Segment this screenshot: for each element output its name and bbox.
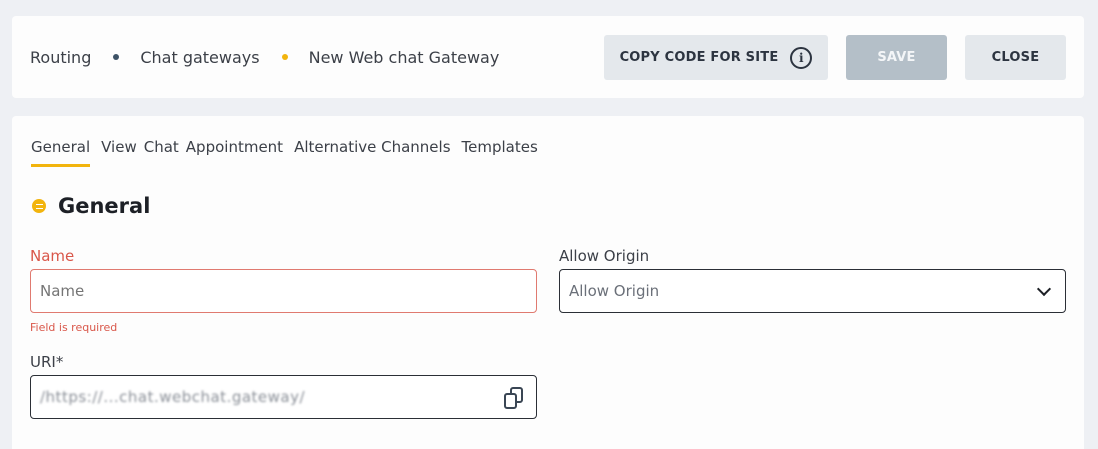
tab-general[interactable]: General bbox=[31, 138, 91, 167]
breadcrumb-separator-dot bbox=[281, 54, 288, 60]
info-icon[interactable]: i bbox=[790, 46, 813, 69]
allow-origin-select[interactable]: Allow Origin bbox=[559, 269, 1066, 313]
close-button[interactable]: CLOSE bbox=[965, 35, 1066, 80]
breadcrumb-chat-gateways[interactable]: Chat gateways bbox=[140, 48, 259, 67]
section-title: General bbox=[58, 194, 151, 218]
main-panel: General View Chat Appointment Alternativ… bbox=[12, 116, 1084, 449]
top-bar: Routing Chat gateways New Web chat Gatew… bbox=[12, 16, 1084, 98]
section-heading: General bbox=[32, 194, 150, 218]
tab-appointment[interactable]: Appointment bbox=[186, 138, 283, 167]
copy-code-label: COPY CODE FOR SITE bbox=[619, 50, 779, 65]
chat-bubble-icon bbox=[32, 199, 46, 213]
breadcrumb: Routing Chat gateways New Web chat Gatew… bbox=[30, 16, 499, 98]
tab-bar: General View Chat Appointment Alternativ… bbox=[31, 138, 549, 167]
save-button[interactable]: SAVE bbox=[846, 35, 947, 80]
uri-value: /https://...chat.webchat.gateway/ bbox=[40, 388, 306, 406]
copy-code-for-site-button[interactable]: COPY CODE FOR SITE i bbox=[604, 35, 828, 80]
tab-alternative-channels[interactable]: Alternative Channels bbox=[294, 138, 450, 167]
copy-icon[interactable] bbox=[504, 387, 524, 409]
uri-label: URI* bbox=[30, 353, 64, 371]
allow-origin-placeholder: Allow Origin bbox=[569, 282, 660, 300]
name-error-message: Field is required bbox=[30, 321, 118, 334]
tab-templates[interactable]: Templates bbox=[462, 138, 538, 167]
breadcrumb-routing[interactable]: Routing bbox=[30, 48, 91, 67]
tab-view[interactable]: View bbox=[101, 138, 137, 167]
uri-field[interactable]: /https://...chat.webchat.gateway/ bbox=[30, 375, 537, 419]
tab-chat[interactable]: Chat bbox=[144, 138, 179, 167]
allow-origin-label: Allow Origin bbox=[559, 247, 650, 265]
chevron-down-icon[interactable] bbox=[1036, 281, 1052, 297]
name-label: Name bbox=[30, 247, 75, 265]
breadcrumb-separator-dot bbox=[113, 54, 120, 60]
name-input[interactable] bbox=[30, 269, 537, 313]
breadcrumb-current: New Web chat Gateway bbox=[308, 47, 500, 67]
